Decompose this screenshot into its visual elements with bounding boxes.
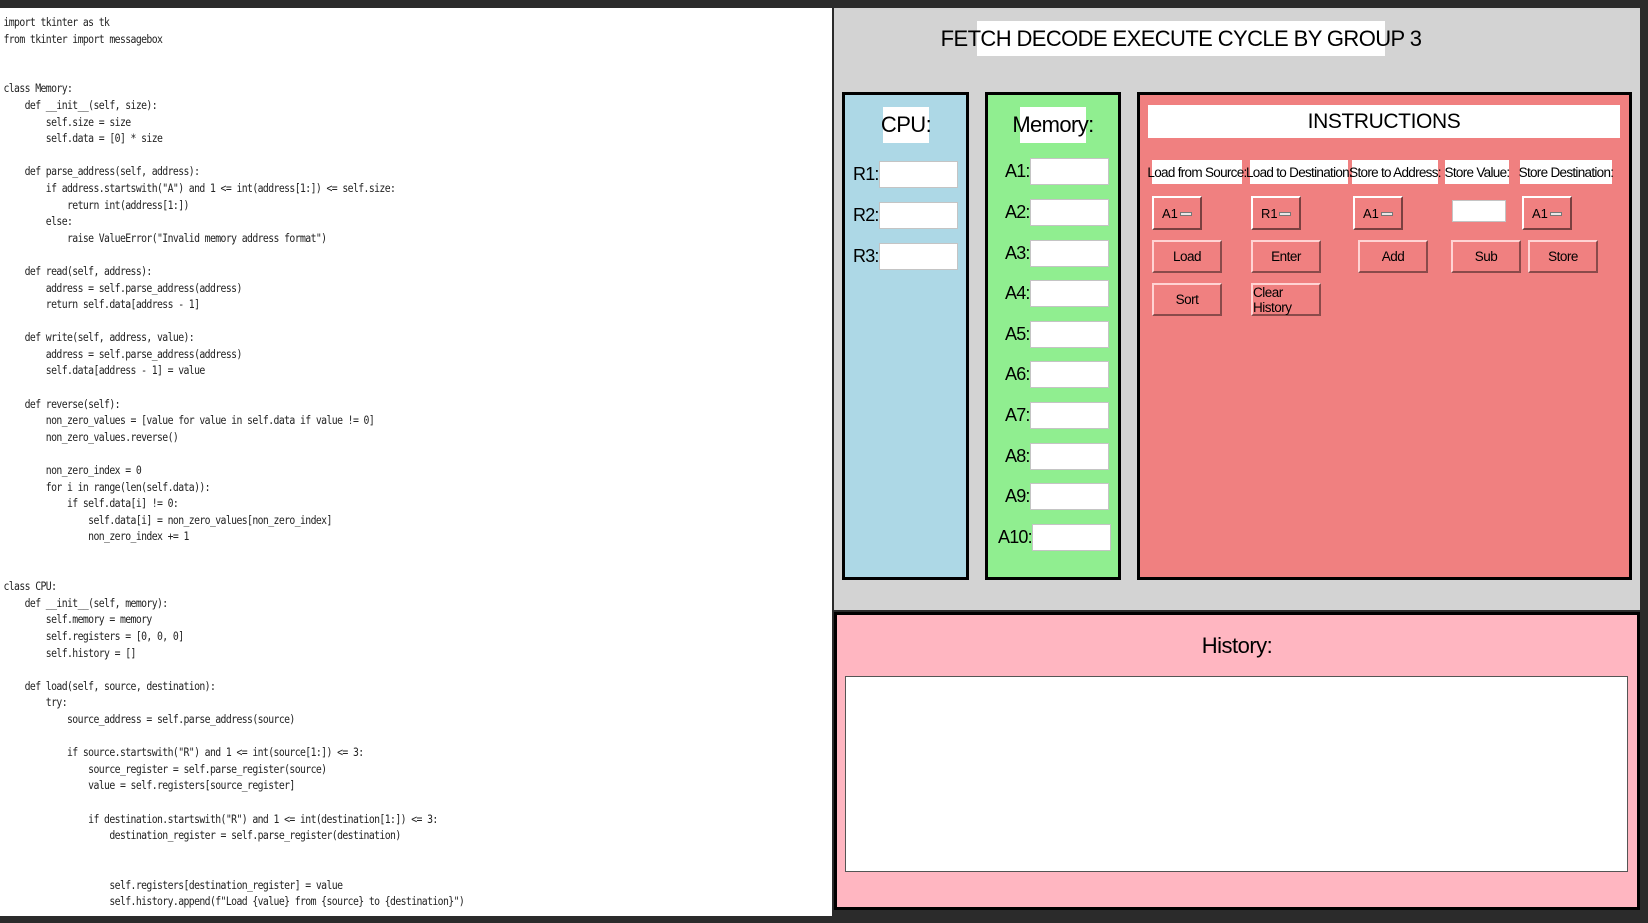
store-destination-select[interactable]: A1 [1522,196,1572,230]
memory-a5-field[interactable] [1029,321,1109,348]
memory-row-a5: A5: [1005,321,1109,348]
memory-row-a3: A3: [1005,240,1109,267]
memory-row-a10: A10: [998,524,1111,551]
cpu-panel: CPU: R1: R2: R3: [842,92,969,580]
load-destination-select[interactable]: R1 [1251,196,1301,230]
memory-label: A10: [998,527,1033,547]
history-listbox[interactable] [845,676,1628,872]
memory-row-a1: A1: [1005,158,1109,185]
memory-a4-field[interactable] [1029,280,1109,307]
memory-label: A9: [1005,486,1030,506]
memory-row-a2: A2: [1005,199,1109,226]
register-r3-field[interactable] [878,243,958,270]
register-r1-field[interactable] [878,161,958,188]
sub-button[interactable]: Sub [1451,240,1521,273]
history-heading: History: [1201,633,1273,658]
load-source-value: A1 [1162,205,1178,221]
load-destination-value: R1 [1261,205,1278,221]
app-title: FETCH DECODE EXECUTE CYCLE BY GROUP 3 [941,21,1422,56]
store-destination-label: Store Destination: [1519,160,1614,184]
clear-history-button[interactable]: Clear History [1251,283,1321,316]
memory-row-a4: A4: [1005,280,1109,307]
register-label: R2: [853,205,879,225]
memory-label: A3: [1005,243,1030,263]
option-indicator-icon [1550,212,1562,216]
option-indicator-icon [1180,212,1192,216]
memory-heading: Memory: [1012,107,1094,143]
memory-a3-field[interactable] [1029,240,1109,267]
sort-button[interactable]: Sort [1152,283,1222,316]
load-source-select[interactable]: A1 [1152,196,1202,230]
register-row-r1: R1: [853,161,958,188]
store-to-address-label: Store to Address: [1349,160,1442,184]
store-button[interactable]: Store [1528,240,1598,273]
memory-a8-field[interactable] [1029,443,1109,470]
memory-label: A1: [1005,161,1030,181]
register-label: R1: [853,164,879,184]
store-address-select[interactable]: A1 [1353,196,1403,230]
store-value-field[interactable] [1452,200,1506,222]
load-to-destination-label: Load to Destination: [1246,160,1353,184]
memory-a2-field[interactable] [1029,199,1109,226]
memory-label: A5: [1005,324,1030,344]
memory-label: A6: [1005,364,1030,384]
memory-a10-field[interactable] [1031,524,1111,551]
memory-a1-field[interactable] [1029,158,1109,185]
memory-row-a8: A8: [1005,443,1109,470]
memory-label: A8: [1005,446,1030,466]
history-panel: History: [834,612,1640,910]
memory-panel: Memory: A1: A2: A3: A4: A5: A6: A7: A8: … [985,92,1121,580]
register-label: R3: [853,246,879,266]
load-from-source-label: Load from Source: [1147,160,1247,184]
register-row-r2: R2: [853,202,958,229]
memory-label: A4: [1005,283,1030,303]
load-button[interactable]: Load [1152,240,1222,273]
instructions-panel: INSTRUCTIONS Load from Source: Load to D… [1137,92,1632,580]
memory-a7-field[interactable] [1029,402,1109,429]
store-address-value: A1 [1363,205,1379,221]
register-row-r3: R3: [853,243,958,270]
store-value-label: Store Value: [1445,160,1510,184]
memory-a6-field[interactable] [1029,361,1109,388]
memory-row-a7: A7: [1005,402,1109,429]
instructions-heading: INSTRUCTIONS [1148,105,1620,138]
memory-label: A7: [1005,405,1030,425]
code-text: import tkinter as tk from tkinter import… [3,15,465,909]
memory-row-a9: A9: [1005,483,1109,510]
app-window: FETCH DECODE EXECUTE CYCLE BY GROUP 3 CP… [834,8,1640,610]
cpu-heading: CPU: [881,107,932,143]
store-destination-value: A1 [1532,205,1548,221]
code-editor[interactable]: import tkinter as tk from tkinter import… [0,8,832,916]
option-indicator-icon [1381,212,1393,216]
add-button[interactable]: Add [1358,240,1428,273]
enter-button[interactable]: Enter [1251,240,1321,273]
memory-a9-field[interactable] [1029,483,1109,510]
memory-row-a6: A6: [1005,361,1109,388]
option-indicator-icon [1279,212,1291,216]
memory-label: A2: [1005,202,1030,222]
register-r2-field[interactable] [878,202,958,229]
